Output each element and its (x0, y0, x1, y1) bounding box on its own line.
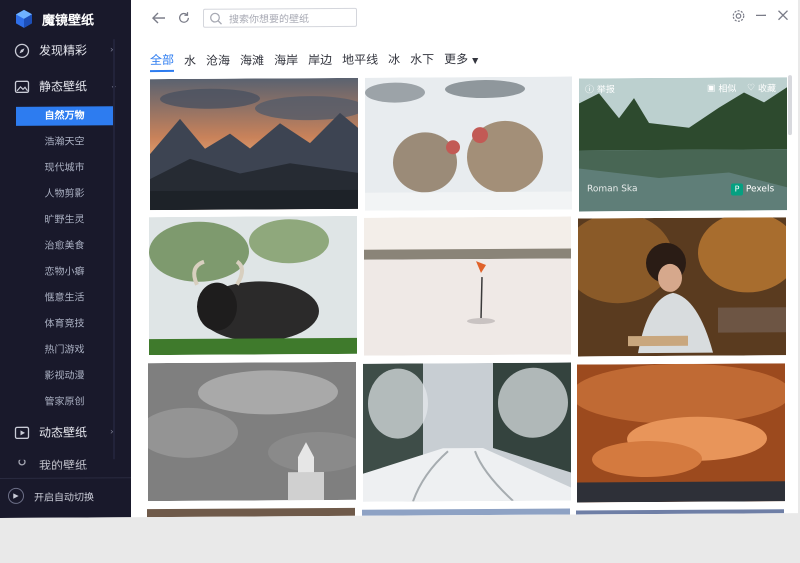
close-button[interactable] (775, 7, 791, 23)
tab-coast[interactable]: 海岸 (274, 51, 298, 70)
gaur-thumbnail (149, 215, 357, 356)
woman-reading-thumbnail (578, 217, 786, 357)
app-window: 魔镜壁纸 发现精彩 › 静态壁纸 ⌄ 自然万物 浩瀚天空 现代城市 人物剪影 旷… (0, 0, 798, 518)
similar-action[interactable]: ▣ 相似 (707, 82, 736, 95)
subnav-item-games[interactable]: 热门游戏 (16, 340, 113, 360)
sidebar-item-discover[interactable]: 发现精彩 › (14, 41, 114, 58)
minimize-button[interactable] (753, 7, 769, 23)
favorite-action[interactable]: ♡ 收藏 (747, 81, 776, 94)
wallpaper-lake[interactable]: ⓘ 举报 ▣ 相似 ♡ 收藏 Roman Ska P Pexels (579, 77, 787, 212)
grid-scrollbar[interactable] (788, 75, 792, 136)
subnav-item-anime[interactable]: 影视动漫 (16, 366, 113, 386)
report-label: 举报 (596, 85, 615, 96)
pexels-logo-icon: P (731, 183, 743, 196)
author-credit: Roman Ska (587, 184, 638, 195)
subnav-item-nature[interactable]: 自然万物 (16, 106, 113, 126)
topbar: 搜索你想要的壁纸 (131, 0, 798, 39)
sidebar-item-dynamic[interactable]: 动态壁纸 › (14, 423, 114, 440)
tab-shore[interactable]: 岸边 (308, 51, 332, 70)
wallpaper-bw-church[interactable] (148, 361, 356, 502)
category-tabs: 全部 水 沧海 海滩 海岸 岸边 地平线 冰 水下 更多 ▼ (150, 49, 488, 73)
wallpaper-partial-1[interactable] (147, 507, 355, 518)
sidebar-scrollbar[interactable] (113, 39, 115, 460)
subnav-item-food[interactable]: 治愈美食 (16, 236, 113, 256)
settings-button[interactable] (730, 7, 746, 23)
wallpaper-grid: ⓘ 举报 ▣ 相似 ♡ 收藏 Roman Ska P Pexels (131, 73, 798, 518)
image-icon (14, 80, 30, 93)
play-icon: ▶ (8, 487, 24, 504)
minimize-icon (756, 14, 766, 17)
sidebar-item-label: 动态壁纸 (39, 425, 88, 440)
wallpaper-snow-monkeys[interactable] (365, 76, 572, 211)
source-label: Pexels (745, 184, 775, 195)
wallpaper-partial-2[interactable] (362, 508, 570, 518)
caret-down-icon: ▼ (472, 56, 479, 66)
similar-icon: ▣ (707, 83, 716, 94)
tab-water[interactable]: 水 (184, 52, 196, 71)
heart-icon: ♡ (747, 82, 756, 93)
sidebar-item-label: 我的壁纸 (39, 459, 88, 470)
tab-more[interactable]: 更多 ▼ (444, 50, 478, 69)
user-icon (18, 459, 26, 466)
sidebar-item-mine[interactable]: 我的壁纸 (14, 459, 88, 470)
app-title: 魔镜壁纸 (42, 12, 95, 29)
search-icon (210, 12, 222, 25)
info-icon: ⓘ (585, 85, 595, 96)
tab-beach[interactable]: 海滩 (240, 51, 264, 70)
sidebar: 魔镜壁纸 发现精彩 › 静态壁纸 ⌄ 自然万物 浩瀚天空 现代城市 人物剪影 旷… (0, 0, 131, 518)
brand: 魔镜壁纸 (14, 7, 94, 29)
subnav-item-wildlife[interactable]: 旷野生灵 (16, 210, 113, 230)
subnav-item-city[interactable]: 现代城市 (16, 158, 113, 178)
app-logo-icon (16, 9, 32, 28)
refresh-button[interactable] (174, 8, 194, 28)
sidebar-item-label: 发现精彩 (39, 43, 88, 58)
auto-switch-label: 开启自动切换 (34, 491, 94, 504)
wallpaper-woman-reading[interactable] (578, 217, 786, 357)
favorite-label: 收藏 (757, 84, 776, 95)
subnav-item-original[interactable]: 管家原创 (16, 392, 113, 412)
video-icon (14, 426, 30, 439)
tab-sea[interactable]: 沧海 (206, 52, 230, 71)
wallpaper-partial-3[interactable] (576, 509, 784, 518)
search-input[interactable]: 搜索你想要的壁纸 (203, 7, 357, 28)
tab-more-label: 更多 (444, 52, 469, 67)
frozen-lake-thumbnail (364, 216, 571, 356)
auto-switch-toggle[interactable]: ▶ 开启自动切换 (8, 487, 94, 504)
refresh-icon (179, 12, 189, 23)
orange-clouds-thumbnail (577, 363, 785, 503)
tab-ice[interactable]: 冰 (388, 51, 400, 70)
report-action[interactable]: ⓘ 举报 (585, 82, 615, 95)
gear-icon (732, 9, 744, 22)
mountain-sunset-thumbnail (150, 77, 358, 211)
subnav-item-sports[interactable]: 体育竞技 (16, 314, 113, 334)
wallpaper-frozen-lake[interactable] (364, 216, 571, 356)
snowy-road-thumbnail (363, 362, 571, 502)
sidebar-divider (0, 477, 131, 479)
wallpaper-snowy-road[interactable] (363, 362, 571, 502)
tab-underwater[interactable]: 水下 (410, 50, 434, 69)
subnav-item-people[interactable]: 人物剪影 (16, 184, 113, 204)
close-icon (778, 10, 788, 21)
arrow-left-icon (152, 12, 165, 24)
subnav-item-objects[interactable]: 恋物小癖 (16, 262, 113, 282)
similar-label: 相似 (718, 84, 737, 95)
sidebar-item-static[interactable]: 静态壁纸 ⌄ (14, 77, 118, 94)
subnav-item-life[interactable]: 惬意生活 (16, 288, 113, 308)
compass-icon (14, 43, 30, 58)
wallpaper-gaur[interactable] (149, 215, 357, 356)
back-button[interactable] (149, 8, 169, 28)
wallpaper-mountains[interactable] (150, 77, 358, 211)
bw-church-thumbnail (148, 361, 356, 502)
tab-horizon[interactable]: 地平线 (342, 51, 378, 70)
search-placeholder: 搜索你想要的壁纸 (229, 14, 309, 26)
sidebar-item-label: 静态壁纸 (39, 79, 88, 94)
wallpaper-orange-clouds[interactable] (577, 363, 785, 503)
snow-monkeys-thumbnail (365, 76, 572, 211)
pexels-credit[interactable]: P Pexels (731, 183, 775, 196)
subnav-item-sky[interactable]: 浩瀚天空 (16, 132, 113, 152)
tab-all[interactable]: 全部 (150, 50, 175, 73)
